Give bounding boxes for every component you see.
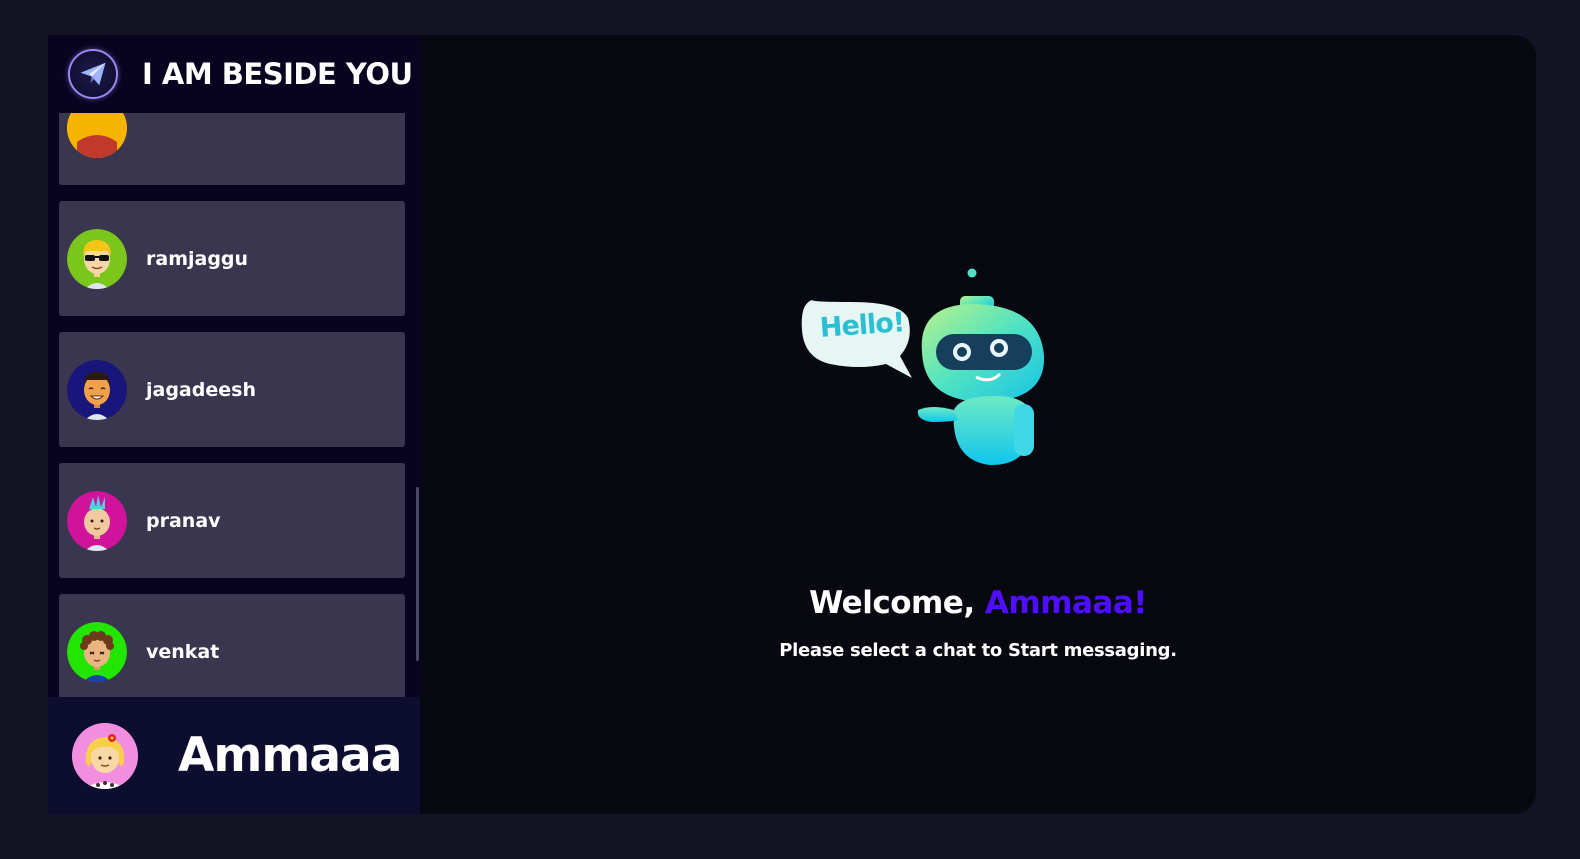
welcome-subtitle: Please select a chat to Start messaging. [779,640,1177,661]
brand-title: I AM BESIDE YOU [142,57,413,91]
avatar-partial-icon [67,113,127,158]
current-user-panel: Ammaaa [48,697,420,814]
contacts-sidebar: I AM BESIDE YOU ramjaggu jagadeesh prana… [48,35,420,814]
contact-name: ramjaggu [146,247,249,270]
current-user-name: Ammaaa [178,728,402,783]
avatar-smiling-boy-icon [67,359,127,420]
avatar-curly-hair-icon [67,621,127,682]
contact-name: pranav [146,509,221,532]
avatar-girl-flower-icon [72,722,138,789]
avatar-sunglasses-icon [67,228,127,289]
chat-app: I AM BESIDE YOU ramjaggu jagadeesh prana… [48,35,1536,814]
welcome-heading: Welcome, Ammaaa! [420,585,1536,621]
welcome-panel: Hello! Welcome, Ammaaa! Please select a … [420,35,1536,814]
contact-item[interactable]: pranav [59,463,405,578]
contact-item[interactable] [59,113,405,185]
robot-icon: Hello! [800,260,1050,474]
contact-item[interactable]: venkat [59,594,405,697]
avatar-mohawk-icon [67,490,127,551]
contact-name: venkat [146,640,220,663]
contacts-list[interactable]: ramjaggu jagadeesh pranav venkat [48,113,420,697]
contacts-scrollbar[interactable] [416,487,419,661]
contact-item[interactable]: jagadeesh [59,332,405,447]
contact-name: jagadeesh [146,378,256,401]
brand-header: I AM BESIDE YOU [48,35,420,113]
paper-plane-icon [68,49,118,99]
welcome-prefix: Welcome, [809,585,985,621]
welcome-username: Ammaaa! [984,585,1148,621]
contact-item[interactable]: ramjaggu [59,201,405,316]
